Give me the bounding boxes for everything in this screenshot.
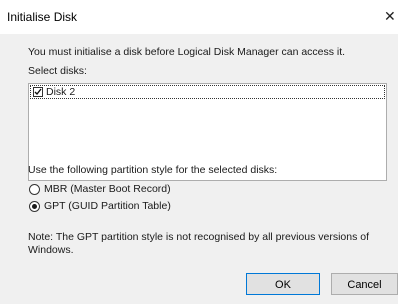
mbr-label[interactable]: MBR (Master Boot Record) [44,183,171,195]
initialise-disk-dialog: Initialise Disk ✕ You must initialise a … [0,0,398,304]
note-line-1: Note: The GPT partition style is not rec… [28,231,370,243]
disk-2-checkbox[interactable] [33,87,43,97]
checkmark-icon [34,88,42,96]
dialog-body: You must initialise a disk before Logica… [0,34,398,304]
radio-selected-dot [32,204,37,209]
gpt-radio[interactable] [29,201,40,212]
mbr-radio[interactable] [29,184,40,195]
intro-text: You must initialise a disk before Logica… [28,46,346,58]
disk-2-label: Disk 2 [46,86,76,98]
dialog-title: Initialise Disk [7,10,78,24]
list-item-disk-2[interactable]: Disk 2 [30,85,385,99]
ok-button[interactable]: OK [246,273,320,295]
gpt-label[interactable]: GPT (GUID Partition Table) [44,200,171,212]
partition-style-label: Use the following partition style for th… [28,164,278,176]
close-icon[interactable]: ✕ [384,4,398,28]
cancel-button[interactable]: Cancel [331,273,398,295]
note-line-2: Windows. [28,244,74,256]
select-disks-label: Select disks: [28,65,87,77]
title-bar: Initialise Disk ✕ [0,0,398,34]
